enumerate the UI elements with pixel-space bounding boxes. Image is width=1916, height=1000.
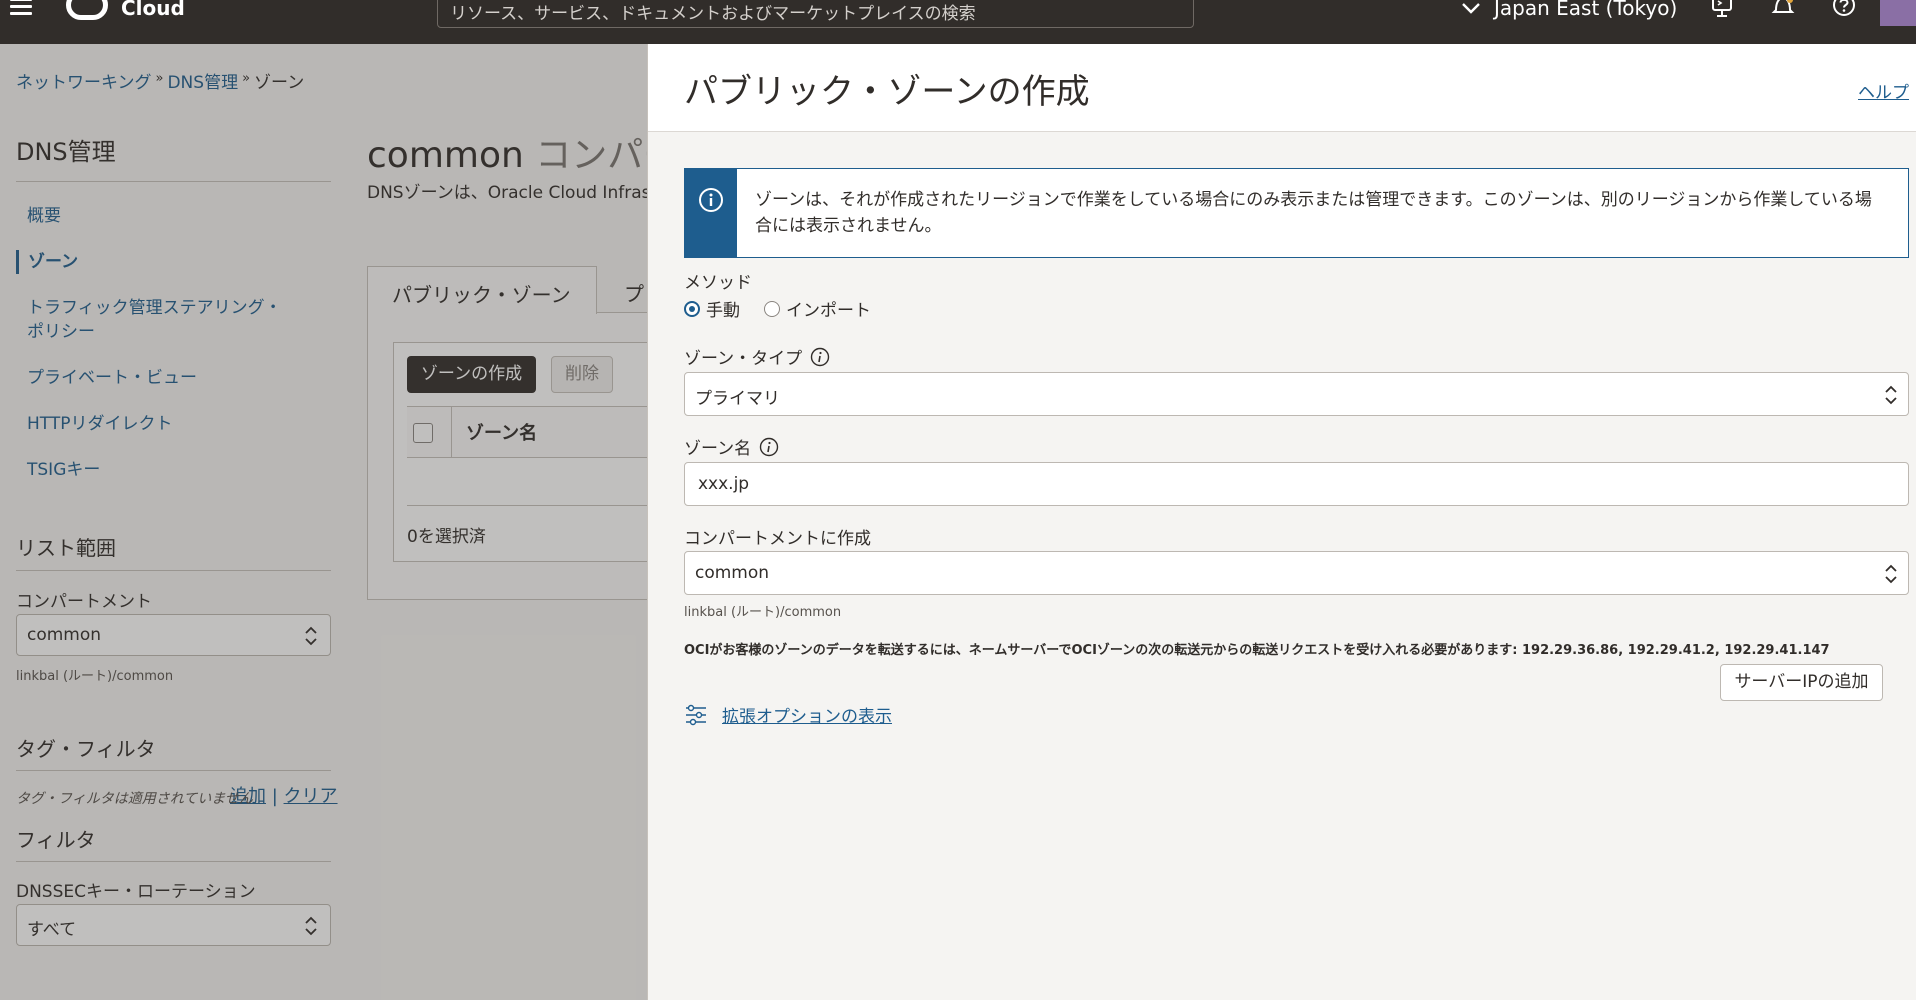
- method-manual-label[interactable]: 手動: [706, 296, 740, 321]
- notification-bell-icon[interactable]: [1770, 0, 1796, 20]
- advanced-options-toggle[interactable]: 拡張オプションの表示: [684, 702, 892, 727]
- zone-type-label-row: ゾーン・タイプ: [684, 344, 830, 369]
- method-import-label[interactable]: インポート: [786, 296, 871, 321]
- oracle-logo[interactable]: [66, 0, 108, 20]
- info-banner: ゾーンは、それが作成されたリージョンで作業をしている場合にのみ表示または管理でき…: [684, 168, 1909, 258]
- info-message: ゾーンは、それが作成されたリージョンで作業をしている場合にのみ表示または管理でき…: [755, 190, 1872, 236]
- info-tooltip-icon[interactable]: [810, 347, 830, 367]
- compartment-value: common: [695, 563, 770, 583]
- info-tooltip-icon[interactable]: [759, 437, 779, 457]
- advanced-options-label: 拡張オプションの表示: [722, 707, 892, 727]
- brand-name[interactable]: Cloud: [121, 0, 185, 20]
- top-bar: Cloud リソース、サービス、ドキュメントおよびマーケットプレイスの検索 Ja…: [0, 0, 1916, 44]
- info-strip: [685, 169, 737, 257]
- drawer-header: パブリック・ゾーンの作成 ヘルプ: [648, 44, 1916, 132]
- chevron-down-icon: [1462, 3, 1480, 14]
- compartment-path: linkbal (ルート)/common: [684, 605, 842, 620]
- cloud-shell-icon[interactable]: [1709, 0, 1735, 20]
- create-public-zone-drawer: パブリック・ゾーンの作成 ヘルプ ゾーンは、それが作成されたリージョンで作業をし…: [647, 44, 1916, 1000]
- info-icon: [699, 188, 723, 212]
- method-radio-group: 手動 インポート: [684, 296, 871, 321]
- compartment-label: コンパートメントに作成: [684, 529, 871, 549]
- hamburger-menu-icon[interactable]: [10, 0, 34, 20]
- add-server-ip-button[interactable]: サーバーIPの追加: [1720, 664, 1883, 701]
- zone-type-value: プライマリ: [695, 389, 780, 409]
- search-input[interactable]: リソース、サービス、ドキュメントおよびマーケットプレイスの検索: [437, 0, 1194, 28]
- zone-name-input[interactable]: xxx.jp: [684, 462, 1909, 506]
- region-selector[interactable]: Japan East (Tokyo): [1460, 0, 1677, 22]
- transfer-note: OCIがお客様のゾーンのデータを転送するには、ネームサーバーでOCIゾーンの次の…: [684, 643, 1830, 658]
- zone-type-label: ゾーン・タイプ: [684, 349, 803, 369]
- method-manual-radio[interactable]: [684, 300, 700, 317]
- modal-overlay[interactable]: [0, 44, 647, 1000]
- help-icon[interactable]: [1831, 0, 1857, 20]
- select-chevron-icon: [1885, 385, 1897, 405]
- user-avatar[interactable]: [1880, 0, 1916, 26]
- method-import-radio[interactable]: [764, 300, 780, 317]
- zone-name-label-row: ゾーン名: [684, 434, 779, 459]
- zone-name-label: ゾーン名: [684, 439, 752, 459]
- compartment-select[interactable]: common: [684, 551, 1909, 595]
- zone-type-select[interactable]: プライマリ: [684, 372, 1909, 416]
- drawer-title: パブリック・ゾーンの作成: [684, 72, 1090, 112]
- help-link[interactable]: ヘルプ: [1858, 78, 1909, 103]
- sliders-icon: [686, 704, 706, 725]
- zone-name-value: xxx.jp: [698, 474, 750, 494]
- region-label: Japan East (Tokyo): [1494, 0, 1678, 20]
- select-chevron-icon: [1885, 564, 1897, 584]
- method-label: メソッド: [684, 273, 752, 293]
